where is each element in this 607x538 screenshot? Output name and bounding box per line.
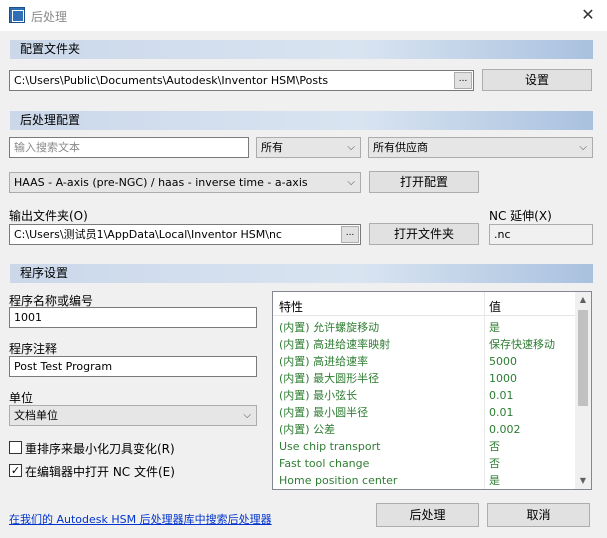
property-row[interactable]: Fast tool change 否	[273, 455, 575, 472]
property-row[interactable]: Home position center 是	[273, 472, 575, 489]
property-name: Fast tool change	[279, 457, 370, 470]
vendor-select-value: 所有供应商	[373, 141, 428, 154]
post-process-button[interactable]: 后处理	[376, 503, 479, 527]
output-folder-field[interactable]: C:\Users\测试员1\AppData\Local\Inventor HSM…	[9, 224, 361, 245]
unit-select-value: 文档单位	[14, 409, 58, 422]
property-row[interactable]: (内置) 最大圆形半径 1000	[273, 370, 575, 387]
cancel-button[interactable]: 取消	[487, 503, 590, 527]
property-row[interactable]: (内置) 最小圆半径 0.01	[273, 404, 575, 421]
property-value[interactable]: 0.002	[489, 421, 521, 438]
output-folder-label: 输出文件夹(O)	[9, 209, 88, 223]
property-row[interactable]: Use chip transport 否	[273, 438, 575, 455]
filter-select-value: 所有	[261, 141, 283, 154]
property-value[interactable]: 是	[489, 472, 500, 489]
open-folder-button[interactable]: 打开文件夹	[369, 223, 479, 245]
property-row[interactable]: (内置) 高进给速率 5000	[273, 353, 575, 370]
output-folder-browse-button[interactable]: ...	[341, 226, 359, 243]
property-value[interactable]: 5000	[489, 353, 517, 370]
property-value[interactable]: 1000	[489, 370, 517, 387]
property-name: Use chip transport	[279, 440, 381, 453]
config-folder-browse-button[interactable]: ...	[454, 72, 472, 89]
title-bar	[0, 0, 607, 31]
search-input[interactable]: 输入搜索文本	[9, 137, 249, 158]
property-name: (内置) 允许螺旋移动	[279, 321, 380, 334]
open-editor-label: 在编辑器中打开 NC 文件(E)	[25, 465, 175, 479]
unit-select[interactable]: 文档单位 ⌵	[9, 405, 257, 426]
program-comment-field[interactable]: Post Test Program	[9, 356, 257, 377]
reorder-checkbox[interactable]	[9, 441, 22, 454]
nc-extension-label: NC 延伸(X)	[489, 209, 552, 223]
section-config-folder: 配置文件夹	[10, 40, 593, 59]
filter-select[interactable]: 所有 ⌵	[256, 137, 361, 158]
property-value[interactable]: 0.01	[489, 404, 514, 421]
property-value[interactable]: 0.01	[489, 387, 514, 404]
value-column-header: 值	[489, 300, 502, 314]
section-program-settings: 程序设置	[10, 264, 593, 283]
property-name: (内置) 高进给速率映射	[279, 338, 391, 351]
scroll-thumb[interactable]	[578, 310, 588, 406]
open-editor-checkbox[interactable]: ✓	[9, 464, 22, 477]
program-name-field[interactable]: 1001	[9, 307, 257, 328]
properties-scrollbar[interactable]: ▲ ▼	[575, 292, 591, 489]
post-library-link[interactable]: 在我们的 Autodesk HSM 后处理器库中搜索后处理器	[9, 511, 272, 527]
property-name: (内置) 高进给速率	[279, 355, 369, 368]
property-value[interactable]: 否	[489, 438, 500, 455]
post-processor-select[interactable]: HAAS - A-axis (pre-NGC) / haas - inverse…	[9, 172, 361, 193]
chevron-down-icon: ⌵	[347, 177, 355, 188]
post-processor-select-value: HAAS - A-axis (pre-NGC) / haas - inverse…	[14, 176, 308, 189]
properties-grid[interactable]: 特性 值 (内置) 允许螺旋移动是 (内置) 高进给速率映射 保存快速移动 (内置) …	[272, 291, 592, 490]
property-name: (内置) 最大圆形半径	[279, 372, 380, 385]
property-row[interactable]: (内置) 允许螺旋移动 是	[273, 319, 575, 336]
section-post-config: 后处理配置	[10, 111, 593, 130]
chevron-down-icon: ⌵	[579, 142, 587, 153]
app-icon	[9, 7, 25, 23]
property-row[interactable]: (内置) 最小弦长 0.01	[273, 387, 575, 404]
property-row[interactable]: (内置) 高进给速率映射 保存快速移动	[273, 336, 575, 353]
program-comment-label: 程序注释	[9, 342, 58, 356]
property-row[interactable]: (内置) 公差 0.002	[273, 421, 575, 438]
open-config-button[interactable]: 打开配置	[369, 171, 479, 193]
nc-extension-field[interactable]: .nc	[489, 224, 593, 245]
property-value[interactable]: 否	[489, 455, 500, 472]
property-name: (内置) 最小圆半径	[279, 406, 369, 419]
property-name: (内置) 最小弦长	[279, 389, 358, 402]
config-folder-path-field[interactable]: C:\Users\Public\Documents\Autodesk\Inven…	[9, 70, 474, 91]
setup-button[interactable]: 设置	[482, 69, 592, 91]
property-value[interactable]: 保存快速移动	[489, 336, 555, 353]
chevron-down-icon: ⌵	[347, 142, 355, 153]
vendor-select[interactable]: 所有供应商 ⌵	[368, 137, 593, 158]
property-value[interactable]: 是	[489, 319, 500, 336]
window-title: 后处理	[31, 10, 68, 24]
property-column-header: 特性	[279, 300, 304, 314]
chevron-down-icon: ⌵	[243, 410, 251, 421]
property-name: Home position center	[279, 474, 398, 487]
scroll-down-icon[interactable]: ▼	[575, 473, 591, 489]
properties-header: 特性 值	[273, 292, 575, 316]
close-button[interactable]: ✕	[575, 3, 601, 27]
reorder-label: 重排序来最小化刀具变化(R)	[25, 442, 175, 456]
scroll-up-icon[interactable]: ▲	[575, 292, 591, 308]
property-name: (内置) 公差	[279, 423, 336, 436]
unit-label: 单位	[9, 391, 34, 405]
